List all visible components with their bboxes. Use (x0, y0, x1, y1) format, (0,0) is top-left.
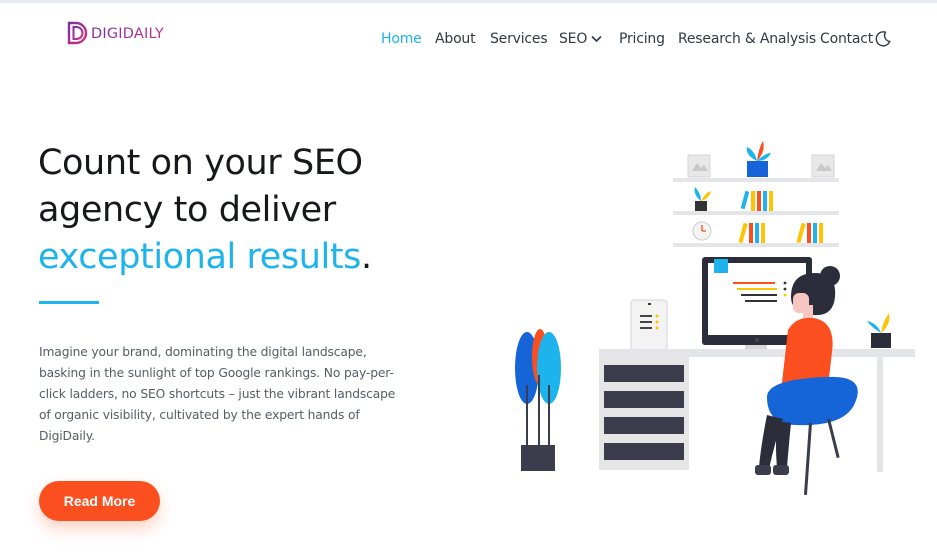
read-more-button[interactable]: Read More (39, 481, 160, 521)
nav-seo[interactable]: SEO (559, 30, 602, 48)
hero-title-period: . (361, 237, 372, 277)
logo-text: DIGIDAILY (91, 26, 164, 42)
hero-title-line1: Count on your SEO (38, 143, 363, 183)
nav-seo-label: SEO (559, 31, 588, 47)
hero-title-highlight: exceptional results (38, 237, 362, 277)
site-logo[interactable]: DIGIDAILY (66, 20, 164, 48)
hero-description: Imagine your brand, dominating the digit… (39, 345, 396, 443)
hero-illustration (515, 141, 915, 495)
books-icon (740, 190, 773, 211)
hero-title-line2: agency to deliver (38, 190, 336, 230)
nav-home[interactable]: Home (381, 30, 422, 48)
moon-icon[interactable] (875, 31, 891, 47)
chevron-down-icon (591, 35, 602, 43)
title-underline (39, 301, 99, 304)
top-border (0, 0, 937, 3)
plant-icon (515, 329, 561, 471)
nav-pricing[interactable]: Pricing (619, 30, 665, 48)
nav-about[interactable]: About (435, 30, 476, 48)
nav-research-analysis[interactable]: Research & Analysis (678, 30, 816, 48)
logo-mark-icon (67, 21, 88, 45)
nav-services[interactable]: Services (490, 30, 548, 48)
nav-contact[interactable]: Contact (820, 30, 873, 48)
hero-title: Count on your SEO agency to deliver exce… (38, 140, 458, 281)
